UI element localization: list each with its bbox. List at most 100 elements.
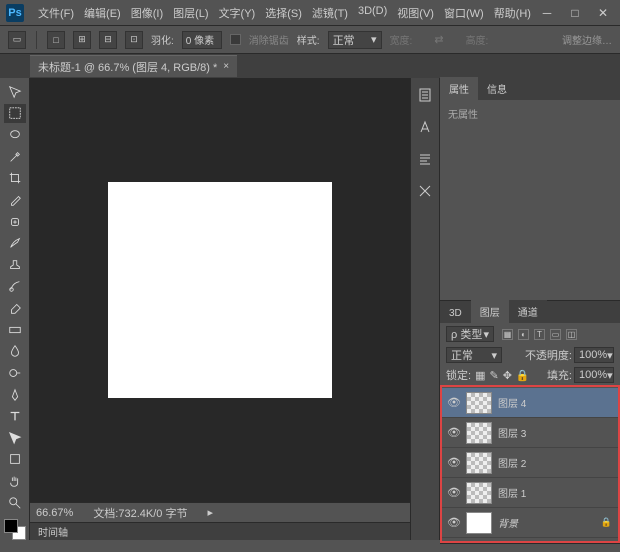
- crop-tool[interactable]: [4, 169, 26, 189]
- visibility-toggle[interactable]: 👁: [448, 457, 460, 469]
- style-dropdown[interactable]: 正常▾: [328, 31, 382, 49]
- document-tab[interactable]: 未标题-1 @ 66.7% (图层 4, RGB/8) * ×: [30, 55, 237, 77]
- maximize-button[interactable]: □: [568, 6, 582, 20]
- menu-type[interactable]: 文字(Y): [215, 2, 260, 24]
- layer-row[interactable]: 👁 图层 2: [442, 448, 618, 478]
- paragraph-panel-icon[interactable]: [416, 150, 434, 168]
- character-panel-icon[interactable]: [416, 118, 434, 136]
- lasso-tool[interactable]: [4, 125, 26, 145]
- menu-file[interactable]: 文件(F): [34, 2, 78, 24]
- eyedropper-tool[interactable]: [4, 190, 26, 210]
- menu-edit[interactable]: 编辑(E): [80, 2, 125, 24]
- refine-edge-button[interactable]: 调整边缘…: [562, 32, 612, 47]
- blend-mode-dropdown[interactable]: 正常▾: [446, 347, 502, 363]
- antialias-checkbox[interactable]: [230, 34, 241, 45]
- zoom-tool[interactable]: [4, 493, 26, 513]
- visibility-toggle[interactable]: 👁: [448, 427, 460, 439]
- shape-tool[interactable]: [4, 450, 26, 470]
- lock-all-icon[interactable]: 🔒: [516, 369, 530, 382]
- feather-input[interactable]: 0 像素: [182, 31, 222, 49]
- filter-smart-icon[interactable]: ◫: [566, 329, 577, 340]
- layer-thumbnail[interactable]: [466, 512, 492, 534]
- menu-select[interactable]: 选择(S): [261, 2, 306, 24]
- layers-panel-tabs: 3D 图层 通道: [440, 301, 620, 323]
- sel-add-icon[interactable]: ⊞: [73, 31, 91, 49]
- lock-transparency-icon[interactable]: ▦: [475, 369, 485, 382]
- tab-info[interactable]: 信息: [478, 77, 516, 100]
- color-swatches[interactable]: [4, 519, 26, 541]
- lock-paint-icon[interactable]: ✎: [489, 369, 498, 382]
- layer-name[interactable]: 图层 3: [498, 425, 526, 440]
- opacity-input[interactable]: 100%▾: [574, 347, 614, 363]
- visibility-toggle[interactable]: 👁: [448, 517, 460, 529]
- type-tool[interactable]: [4, 406, 26, 426]
- swatches-panel-icon[interactable]: [416, 182, 434, 200]
- sel-intersect-icon[interactable]: ⊡: [125, 31, 143, 49]
- layers-list: 👁 图层 4 👁 图层 3 👁 图层 2: [440, 385, 620, 543]
- wand-tool[interactable]: [4, 147, 26, 167]
- heal-tool[interactable]: [4, 212, 26, 232]
- layer-thumbnail[interactable]: [466, 452, 492, 474]
- canvas-viewport[interactable]: [30, 78, 410, 502]
- marquee-tool[interactable]: [4, 104, 26, 124]
- history-panel-icon[interactable]: [416, 86, 434, 104]
- menu-layer[interactable]: 图层(L): [169, 2, 212, 24]
- tab-layers[interactable]: 图层: [471, 300, 509, 323]
- layer-row[interactable]: 👁 图层 4: [442, 388, 618, 418]
- tab-properties[interactable]: 属性: [440, 77, 478, 100]
- menu-3d[interactable]: 3D(D): [354, 2, 391, 24]
- filter-adjust-icon[interactable]: ◐: [518, 329, 529, 340]
- sel-new-icon[interactable]: □: [47, 31, 65, 49]
- filter-pixel-icon[interactable]: ▦: [502, 329, 513, 340]
- menu-help[interactable]: 帮助(H): [490, 2, 535, 24]
- fill-value: 100%: [579, 369, 607, 381]
- gradient-tool[interactable]: [4, 320, 26, 340]
- layer-row[interactable]: 👁 图层 3: [442, 418, 618, 448]
- path-tool[interactable]: [4, 428, 26, 448]
- minimize-button[interactable]: ─: [540, 6, 554, 20]
- blur-tool[interactable]: [4, 342, 26, 362]
- layer-thumbnail[interactable]: [466, 482, 492, 504]
- pen-tool[interactable]: [4, 385, 26, 405]
- layer-row[interactable]: 👁 图层 1: [442, 478, 618, 508]
- menu-view[interactable]: 视图(V): [393, 2, 438, 24]
- foreground-color[interactable]: [4, 519, 18, 533]
- layer-name[interactable]: 图层 4: [498, 395, 526, 410]
- tab-close-icon[interactable]: ×: [223, 61, 229, 72]
- layer-name[interactable]: 图层 1: [498, 485, 526, 500]
- tab-channels[interactable]: 通道: [509, 300, 547, 323]
- fill-input[interactable]: 100%▾: [574, 367, 614, 383]
- sel-subtract-icon[interactable]: ⊟: [99, 31, 117, 49]
- layer-thumbnail[interactable]: [466, 422, 492, 444]
- brush-tool[interactable]: [4, 233, 26, 253]
- layer-name[interactable]: 图层 2: [498, 455, 526, 470]
- stamp-tool[interactable]: [4, 255, 26, 275]
- zoom-level[interactable]: 66.67%: [36, 507, 73, 519]
- menu-filter[interactable]: 滤镜(T): [308, 2, 352, 24]
- filter-kind-dropdown[interactable]: ρ 类型▾: [446, 326, 494, 342]
- doc-info[interactable]: 文档:732.4K/0 字节: [93, 505, 187, 521]
- filter-type-icon[interactable]: T: [534, 329, 545, 340]
- history-brush-tool[interactable]: [4, 277, 26, 297]
- close-button[interactable]: ✕: [596, 6, 610, 20]
- hand-tool[interactable]: [4, 471, 26, 491]
- tab-3d[interactable]: 3D: [440, 304, 471, 323]
- dodge-tool[interactable]: [4, 363, 26, 383]
- filter-shape-icon[interactable]: ▭: [550, 329, 561, 340]
- menu-image[interactable]: 图像(I): [127, 2, 167, 24]
- visibility-toggle[interactable]: 👁: [448, 397, 460, 409]
- move-tool[interactable]: [4, 82, 26, 102]
- menu-window[interactable]: 窗口(W): [440, 2, 488, 24]
- no-properties-text: 无属性: [448, 106, 612, 121]
- visibility-toggle[interactable]: 👁: [448, 487, 460, 499]
- lock-position-icon[interactable]: ✥: [503, 369, 512, 382]
- style-label: 样式:: [297, 32, 320, 47]
- layer-thumbnail[interactable]: [466, 392, 492, 414]
- eraser-tool[interactable]: [4, 298, 26, 318]
- document-canvas[interactable]: [108, 182, 332, 398]
- status-arrow-icon[interactable]: ▸: [207, 506, 213, 519]
- tool-preset-icon[interactable]: ▭: [8, 31, 26, 49]
- layer-row[interactable]: 👁 背景 🔒: [442, 508, 618, 538]
- layer-name[interactable]: 背景: [498, 515, 518, 530]
- timeline-tab[interactable]: 时间轴: [30, 522, 410, 540]
